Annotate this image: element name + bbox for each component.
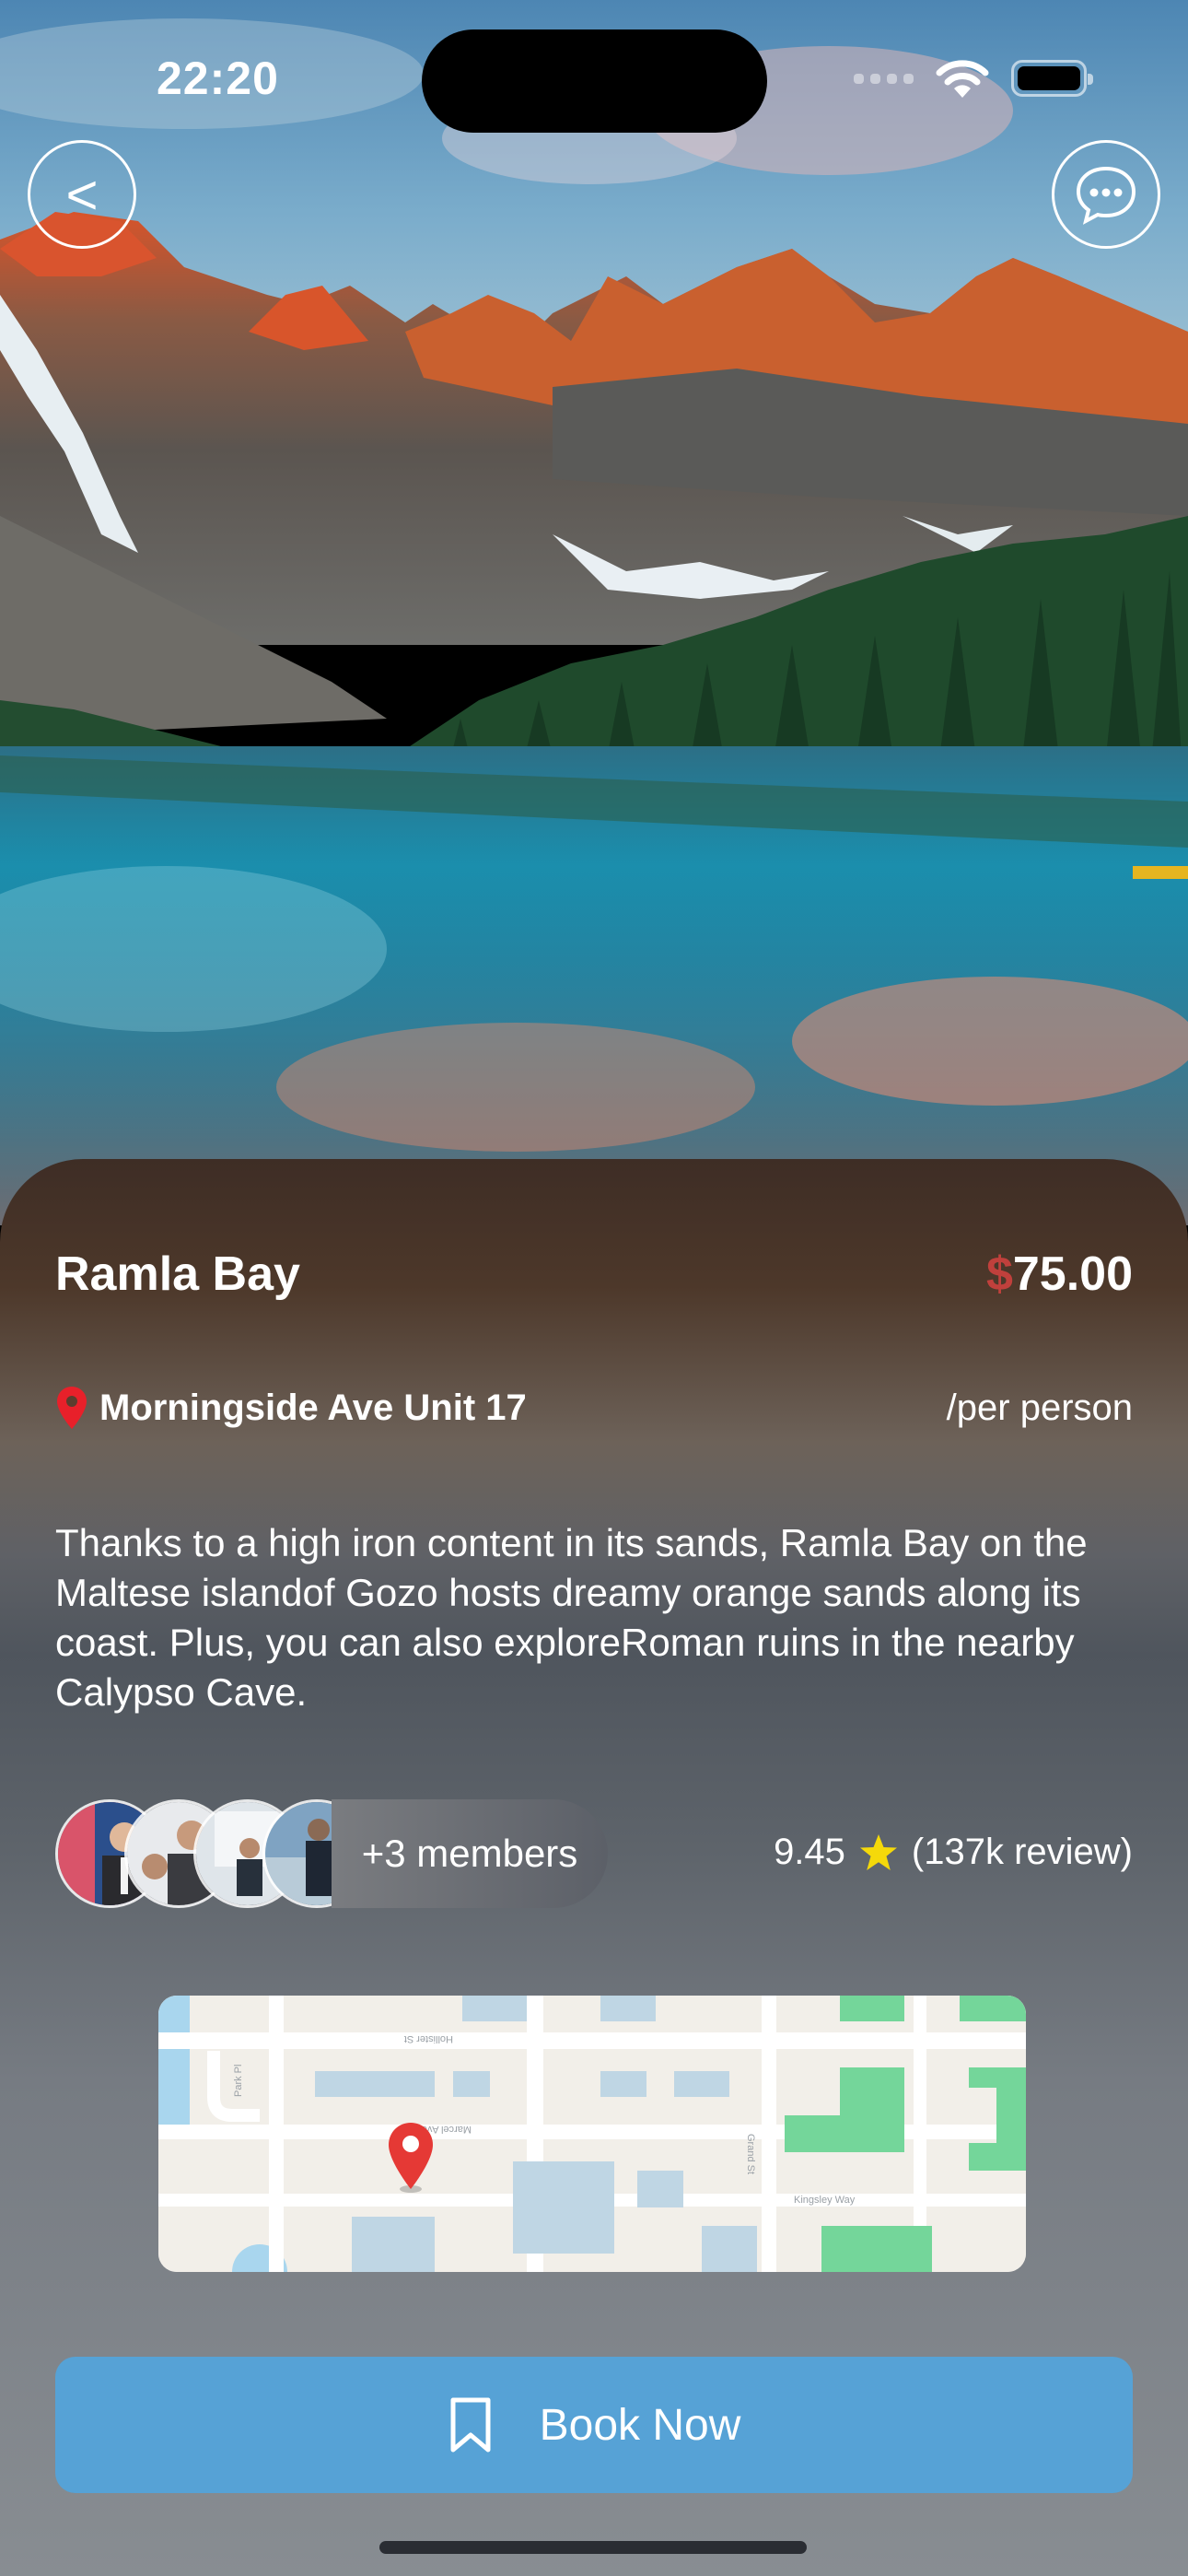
price-amount: 75.00 — [1012, 1247, 1133, 1301]
book-now-label: Book Now — [539, 2400, 741, 2450]
screen: 22:20 < Ramla Bay $75.00 Morningside Ave… — [0, 0, 1188, 2576]
review-count: (137k review) — [911, 1832, 1133, 1872]
hero-image — [0, 0, 1188, 1225]
price: $75.00 — [986, 1247, 1133, 1302]
rating: 9.45 (137k review) — [774, 1832, 1133, 1873]
back-button[interactable]: < — [28, 140, 136, 249]
location-map[interactable]: Hollister St Marcel Ave Kingsley Way Par… — [158, 1996, 1026, 2272]
star-icon — [859, 1833, 897, 1870]
map-image: Hollister St Marcel Ave Kingsley Way Par… — [158, 1996, 1026, 2272]
description: Thanks to a high iron content in its san… — [55, 1521, 1088, 1714]
location-text: Morningside Ave Unit 17 — [99, 1387, 527, 1428]
location: Morningside Ave Unit 17 — [55, 1385, 527, 1431]
status-bar: 22:20 — [0, 0, 1188, 157]
svg-text:Grand St: Grand St — [745, 2134, 756, 2174]
svg-text:Hollister St: Hollister St — [404, 2033, 453, 2044]
location-pin-icon — [57, 1387, 87, 1429]
back-icon: < — [65, 163, 99, 226]
cellular-signal-icon — [854, 73, 914, 84]
battery-icon — [1011, 60, 1093, 97]
members-count-pill: +3 members — [332, 1799, 608, 1908]
wifi-icon — [936, 60, 989, 98]
status-time: 22:20 — [157, 53, 279, 104]
price-unit: /per person — [946, 1388, 1133, 1428]
chat-bubble-icon — [1076, 166, 1136, 225]
bookmark-icon — [450, 2397, 491, 2453]
details-sheet: Ramla Bay $75.00 Morningside Ave Unit 17… — [0, 1159, 1188, 2576]
status-icons — [854, 57, 1093, 100]
svg-text:Park Pl: Park Pl — [233, 2065, 244, 2097]
rating-score: 9.45 — [774, 1832, 845, 1872]
place-title: Ramla Bay — [55, 1247, 300, 1301]
chat-button[interactable] — [1052, 140, 1160, 249]
home-indicator[interactable] — [379, 2541, 807, 2554]
price-currency: $ — [985, 1247, 1013, 1301]
svg-text:Kingsley Way: Kingsley Way — [794, 2195, 856, 2206]
book-now-button[interactable]: Book Now — [55, 2357, 1133, 2493]
dynamic-island — [422, 29, 767, 133]
